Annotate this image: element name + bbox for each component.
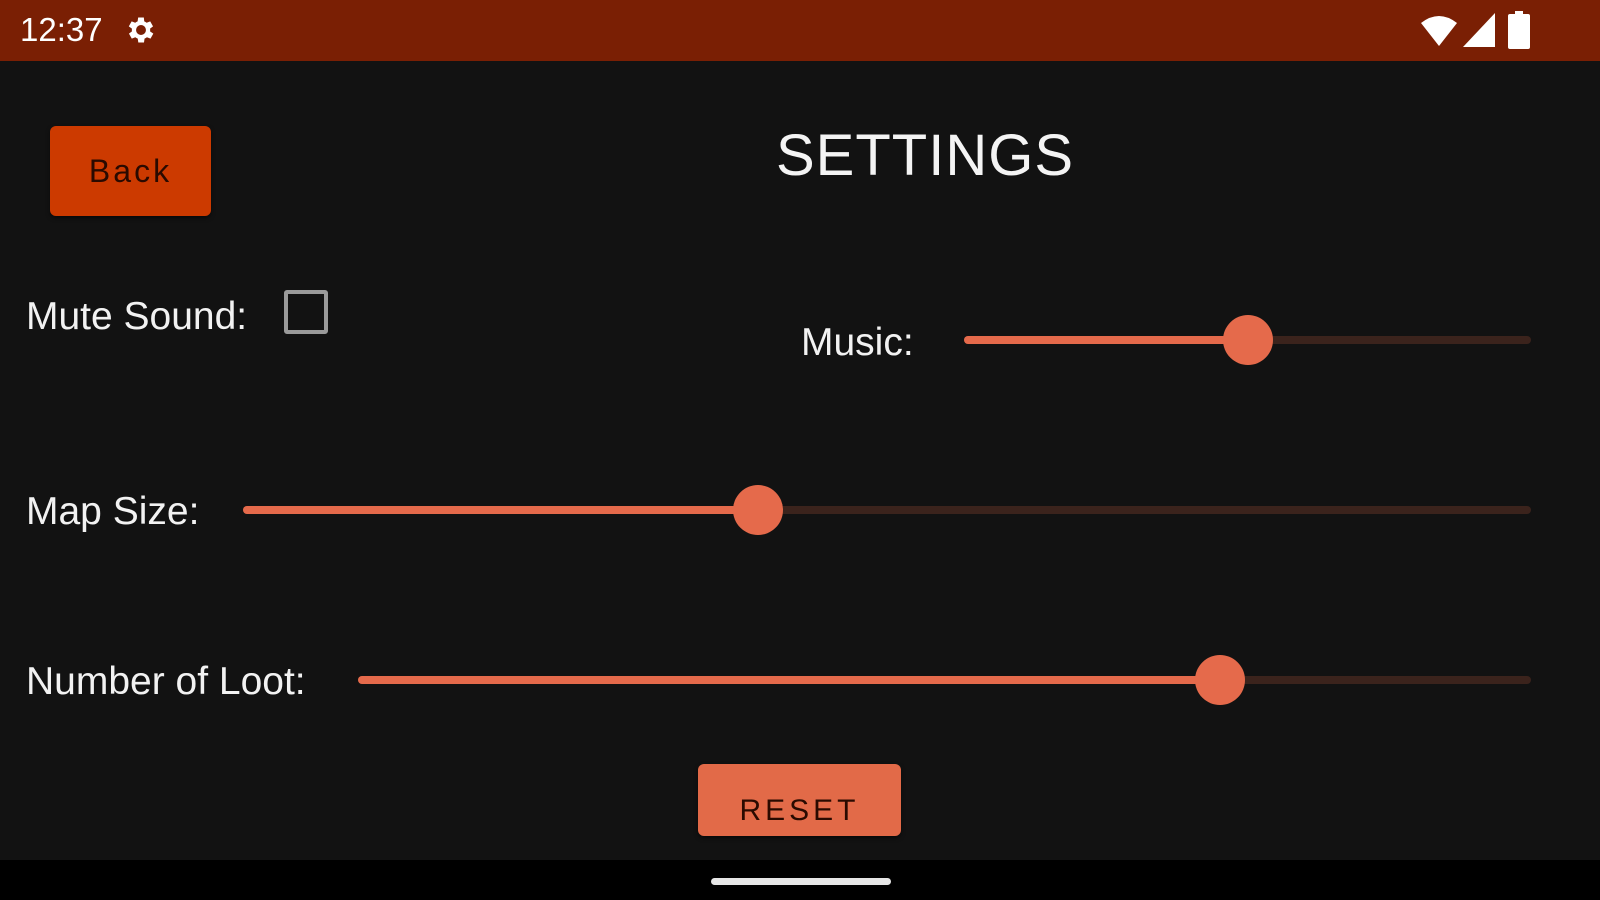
music-slider-fill <box>964 336 1248 344</box>
status-time: 12:37 <box>20 11 103 48</box>
reset-button[interactable]: RESET <box>698 764 901 836</box>
navigation-bar <box>0 860 1600 900</box>
number-of-loot-label: Number of Loot: <box>26 660 306 703</box>
music-slider[interactable] <box>964 315 1531 365</box>
music-label: Music: <box>801 321 914 364</box>
music-slider-thumb[interactable] <box>1222 315 1273 365</box>
signal-icon <box>1463 13 1495 47</box>
battery-icon <box>1508 11 1530 49</box>
map-size-label: Map Size: <box>26 490 200 533</box>
mute-sound-checkbox[interactable] <box>284 290 328 334</box>
reset-button-label: RESET <box>739 794 860 827</box>
map-size-slider-fill <box>243 506 759 514</box>
map-size-slider-thumb[interactable] <box>733 485 784 535</box>
mute-sound-label: Mute Sound: <box>26 295 248 338</box>
status-bar: 12:37 <box>0 0 1600 61</box>
wifi-icon <box>1421 16 1457 46</box>
page-title: SETTINGS <box>775 123 1075 188</box>
gear-icon <box>128 17 154 43</box>
number-of-loot-slider-thumb[interactable] <box>1195 655 1246 705</box>
number-of-loot-slider-fill <box>358 676 1221 684</box>
home-gesture-handle[interactable] <box>711 878 891 885</box>
map-size-slider[interactable] <box>243 485 1531 535</box>
back-button[interactable]: Back <box>50 126 211 216</box>
number-of-loot-slider[interactable] <box>358 655 1531 705</box>
settings-screen: 12:37 Back SETTINGS Mute Sound: Music: M… <box>0 0 1600 900</box>
